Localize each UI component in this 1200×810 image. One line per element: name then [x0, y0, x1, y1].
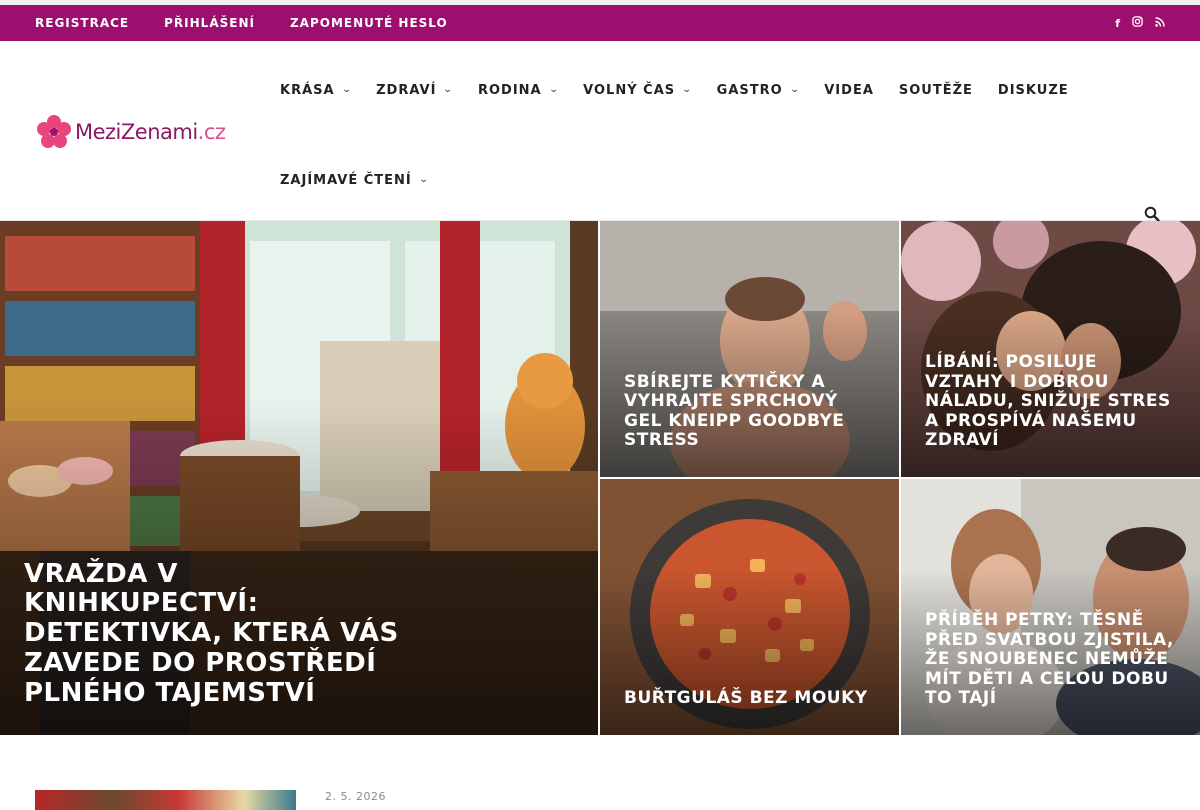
- logo-text: MeziZenami.cz: [75, 120, 226, 144]
- forgot-password-link[interactable]: ZAPOMENUTÉ HESLO: [290, 16, 448, 30]
- chevron-down-icon: ⌄: [681, 85, 693, 95]
- facebook-icon[interactable]: f: [1115, 17, 1120, 30]
- article-title[interactable]: PŘÍBĚH PETRY: TĚSNĚ PŘED SVATBOU ZJISTIL…: [925, 611, 1176, 709]
- chevron-down-icon: ⌄: [548, 85, 560, 95]
- nav-item-souteze[interactable]: SOUTĚŽE: [899, 77, 973, 103]
- search-icon: [1144, 206, 1160, 222]
- featured-article-petra[interactable]: PŘÍBĚH PETRY: TĚSNĚ PŘED SVATBOU ZJISTIL…: [901, 479, 1200, 735]
- featured-article-main[interactable]: VRAŽDA V KNIHKUPECTVÍ: DETEKTIVKA, KTERÁ…: [0, 221, 598, 735]
- chevron-down-icon: ⌄: [443, 85, 455, 95]
- post-date: 2. 5. 2026: [325, 790, 386, 803]
- flower-logo-icon: [37, 115, 71, 148]
- login-link[interactable]: PŘIHLÁŠENÍ: [164, 16, 255, 30]
- nav-item-diskuze[interactable]: DISKUZE: [998, 77, 1069, 103]
- article-title[interactable]: BUŘTGULÁŠ BEZ MOUKY: [624, 689, 875, 709]
- nav-item-videa[interactable]: VIDEA: [824, 77, 874, 103]
- main-nav: KRÁSA ⌄ ZDRAVÍ ⌄ RODINA ⌄ VOLNÝ ČAS ⌄ GASTRO…: [280, 77, 1069, 103]
- article-title[interactable]: SBÍREJTE KYTIČKY A VYHRAJTE SPRCHOVÝ GEL…: [624, 372, 875, 451]
- featured-grid: VRAŽDA V KNIHKUPECTVÍ: DETEKTIVKA, KTERÁ…: [0, 221, 1200, 735]
- featured-article-kissing[interactable]: LÍBÁNÍ: POSILUJE VZTAHY I DOBROU NÁLADU,…: [901, 221, 1200, 477]
- site-header: MeziZenami.cz KRÁSA ⌄ ZDRAVÍ ⌄ RODINA ⌄ VOL…: [0, 41, 1200, 222]
- latest-posts: 2. 5. 2026: [0, 735, 1200, 810]
- nav-item-rodina[interactable]: RODINA ⌄: [478, 77, 558, 103]
- nav-item-zdravi[interactable]: ZDRAVÍ ⌄: [376, 77, 453, 103]
- account-links: REGISTRACE PŘIHLÁŠENÍ ZAPOMENUTÉ HESLO: [35, 16, 448, 30]
- chevron-down-icon: ⌄: [418, 175, 430, 185]
- chevron-down-icon: ⌄: [789, 85, 801, 95]
- featured-article-shower[interactable]: SBÍREJTE KYTIČKY A VYHRAJTE SPRCHOVÝ GEL…: [600, 221, 899, 477]
- nav-item-gastro[interactable]: GASTRO ⌄: [717, 77, 800, 103]
- main-nav-row-2: ZAJÍMAVÉ ČTENÍ ⌄: [280, 167, 428, 193]
- rss-icon[interactable]: [1155, 16, 1165, 30]
- social-links: f: [1115, 16, 1165, 30]
- article-title[interactable]: LÍBÁNÍ: POSILUJE VZTAHY I DOBROU NÁLADU,…: [925, 353, 1176, 451]
- nav-item-volny-cas[interactable]: VOLNÝ ČAS ⌄: [583, 77, 692, 103]
- instagram-icon[interactable]: [1132, 16, 1143, 30]
- site-logo[interactable]: MeziZenami.cz: [35, 113, 226, 151]
- chevron-down-icon: ⌄: [341, 85, 353, 95]
- register-link[interactable]: REGISTRACE: [35, 16, 129, 30]
- featured-article-goulash[interactable]: BUŘTGULÁŠ BEZ MOUKY: [600, 479, 899, 735]
- nav-item-zajimave-cteni[interactable]: ZAJÍMAVÉ ČTENÍ ⌄: [280, 167, 428, 193]
- post-thumbnail[interactable]: [35, 790, 296, 810]
- top-bar: REGISTRACE PŘIHLÁŠENÍ ZAPOMENUTÉ HESLO f: [0, 5, 1200, 41]
- article-title[interactable]: VRAŽDA V KNIHKUPECTVÍ: DETEKTIVKA, KTERÁ…: [24, 559, 418, 709]
- nav-item-krasa[interactable]: KRÁSA ⌄: [280, 77, 351, 103]
